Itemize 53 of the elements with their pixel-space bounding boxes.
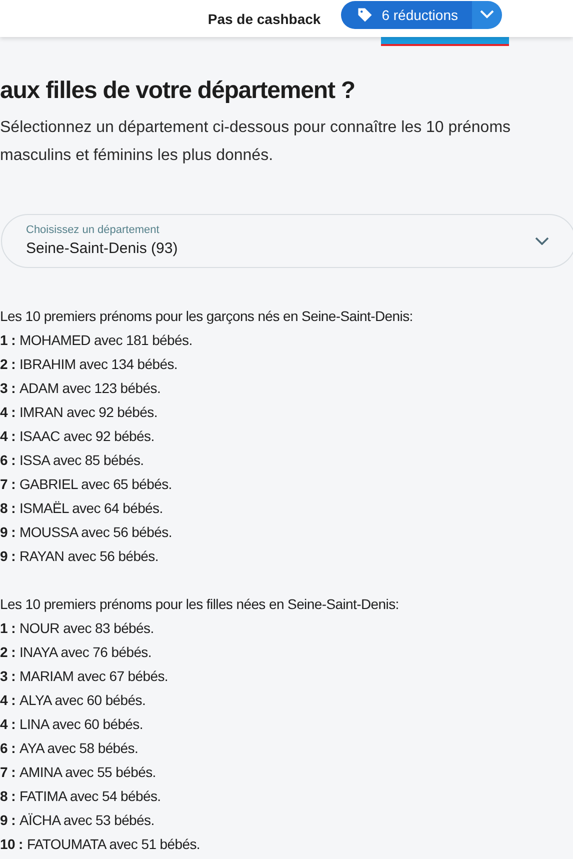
name-entry: GABRIEL avec 65 bébés. bbox=[19, 475, 172, 494]
rank-number: 9 : bbox=[0, 547, 16, 566]
name-entry: AMINA avec 55 bébés. bbox=[19, 763, 156, 782]
name-entry: LINA avec 60 bébés. bbox=[19, 715, 143, 734]
dropdown-button[interactable] bbox=[472, 0, 502, 28]
name-entry: FATOUMATA avec 51 bébés. bbox=[26, 835, 200, 854]
offers-button[interactable]: 6 réductions bbox=[340, 0, 472, 28]
name-entry: ISAAC avec 92 bébés. bbox=[19, 427, 154, 446]
rank-number: 1 : bbox=[0, 619, 16, 638]
intro-text: Sélectionnez un département ci-dessous pour connaître les 10 prénoms masculins et féminins les plus donnés. bbox=[0, 118, 512, 166]
rank-number: 8 : bbox=[0, 499, 16, 518]
rank-number: 4 : bbox=[0, 715, 16, 734]
name-entry: IBRAHIM avec 134 bébés. bbox=[19, 355, 178, 374]
rank-number: 9 : bbox=[0, 811, 16, 830]
name-entry: AÏCHA avec 53 bébés. bbox=[19, 811, 154, 830]
name-entry: MOUSSA avec 56 bébés. bbox=[19, 523, 172, 542]
name-entry: NOUR avec 83 bébés. bbox=[19, 619, 154, 638]
name-entry: MARIAM avec 67 bébés. bbox=[19, 667, 168, 686]
chevron-down-icon bbox=[535, 237, 549, 245]
rank-number: 4 : bbox=[0, 427, 16, 446]
name-entry: ALYA avec 60 bébés. bbox=[19, 691, 146, 710]
rank-number: 7 : bbox=[0, 475, 16, 494]
rank-number: 1 : bbox=[0, 331, 16, 350]
name-entry: AYA avec 58 bébés. bbox=[19, 739, 138, 758]
rank-number: 4 : bbox=[0, 403, 16, 422]
name-entry: FATIMA avec 54 bébés. bbox=[19, 787, 161, 806]
cashback-status: Pas de cashback bbox=[208, 10, 321, 26]
name-entry: ISMAËL avec 64 bébés. bbox=[19, 499, 163, 518]
name-entry: RAYAN avec 56 bébés. bbox=[19, 547, 158, 566]
rank-number: 10 : bbox=[0, 835, 23, 854]
rank-number: 3 : bbox=[0, 667, 16, 686]
select-value: Seine-Saint-Denis (93) bbox=[26, 239, 179, 259]
rank-number: 2 : bbox=[0, 643, 16, 662]
rank-number: 9 : bbox=[0, 523, 16, 542]
name-entry: ADAM avec 123 bébés. bbox=[19, 379, 161, 398]
department-select[interactable]: Choisissez un département Seine-Saint-Denis (93) bbox=[1, 214, 573, 268]
name-entry: MOHAMED avec 181 bébés. bbox=[19, 331, 192, 350]
article-title: aux filles de votre département ? bbox=[0, 76, 355, 106]
list-heading: Les 10 premiers prénoms pour les filles nées en Seine-Saint-Denis: bbox=[0, 595, 400, 614]
rank-number: 3 : bbox=[0, 379, 16, 398]
name-entry: IMRAN avec 92 bébés. bbox=[19, 403, 158, 422]
select-label: Choisissez un département bbox=[26, 223, 160, 237]
rank-number: 6 : bbox=[0, 451, 16, 470]
rank-number: 4 : bbox=[0, 691, 16, 710]
name-entry: INAYA avec 76 bébés. bbox=[19, 643, 152, 662]
rank-number: 7 : bbox=[0, 763, 16, 782]
tag-icon bbox=[356, 6, 374, 24]
rank-number: 2 : bbox=[0, 355, 16, 374]
rank-number: 8 : bbox=[0, 787, 16, 806]
name-entry: ISSA avec 85 bébés. bbox=[19, 451, 144, 470]
rank-number: 6 : bbox=[0, 739, 16, 758]
list-heading: Les 10 premiers prénoms pour les garçons nés en Seine-Saint-Denis: bbox=[0, 307, 414, 326]
chevron-down-icon bbox=[480, 10, 494, 19]
